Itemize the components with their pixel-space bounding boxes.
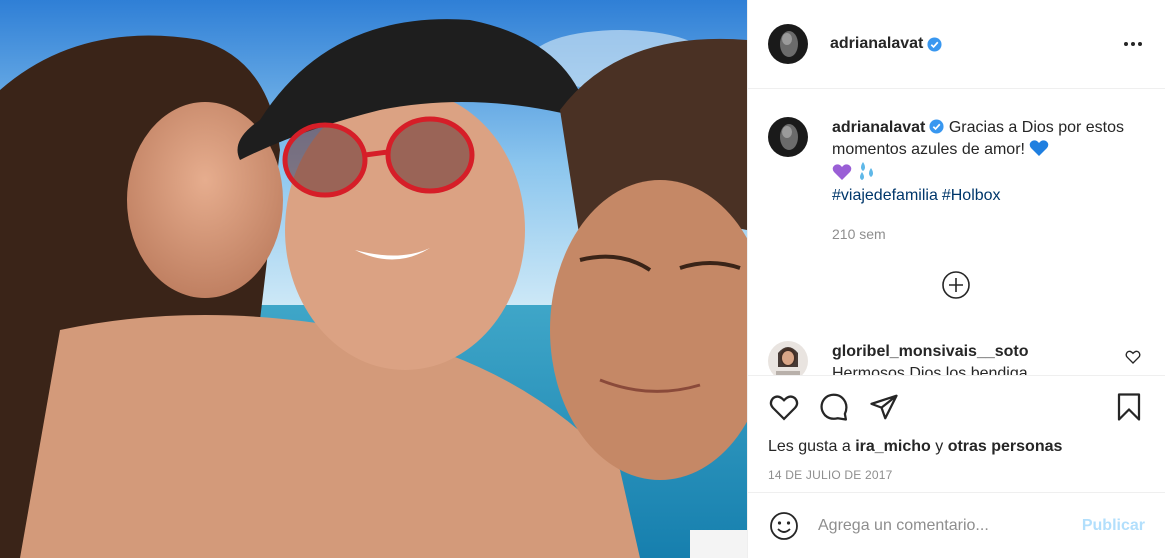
publish-button[interactable]: Publicar (1082, 517, 1145, 535)
likes-others-link[interactable]: otras personas (948, 438, 1063, 455)
caption-username[interactable]: adrianalavat (832, 119, 925, 136)
share-button[interactable] (868, 391, 900, 423)
action-icons-row (768, 390, 1145, 424)
post-actions: Les gusta a ira_micho y otras personas 1… (748, 375, 1165, 482)
caption-body: adrianalavat Gracias a Dios por estos mo… (832, 117, 1132, 245)
send-icon (870, 394, 898, 420)
comments-section[interactable]: adrianalavat Gracias a Dios por estos mo… (748, 89, 1165, 375)
comment-item: gloribel_monsivais__soto Hermosos Dios l… (768, 341, 1145, 375)
post-photo[interactable] (0, 0, 747, 558)
hashtags: #viajedefamilia #Holbox (832, 185, 1132, 207)
blue-heart-emoji (1030, 140, 1049, 156)
author-avatar[interactable] (768, 24, 808, 64)
post-caption: adrianalavat Gracias a Dios por estos mo… (748, 89, 1165, 245)
hashtag-link[interactable]: #viajedefamilia (832, 187, 938, 204)
plus-circle-icon (942, 271, 970, 299)
likes-prefix: Les gusta a (768, 438, 851, 455)
smiley-icon[interactable] (768, 510, 800, 542)
add-comment-bar: Publicar (748, 492, 1165, 558)
more-dots-icon (1124, 42, 1142, 46)
comment-like-heart-icon[interactable] (1125, 349, 1141, 365)
bookmark-icon (1117, 393, 1141, 421)
comment-button[interactable] (818, 391, 850, 423)
comment-body: gloribel_monsivais__soto Hermosos Dios l… (832, 341, 1112, 375)
commenter-username[interactable]: gloribel_monsivais__soto (832, 343, 1029, 360)
hashtag-link[interactable]: #Holbox (942, 187, 1001, 204)
likes-user-link[interactable]: ira_micho (855, 438, 931, 455)
commenter-avatar[interactable] (768, 341, 808, 375)
verified-badge-icon (929, 119, 944, 134)
caption-avatar[interactable] (768, 117, 808, 157)
likes-summary: Les gusta a ira_micho y otras personas (768, 438, 1145, 456)
save-button[interactable] (1113, 391, 1145, 423)
load-more-comments-button[interactable] (941, 270, 971, 300)
comment-text: Hermosos Dios los bendiga (832, 365, 1028, 375)
comment-icon (820, 393, 848, 421)
caption-time[interactable]: 210 sem (832, 223, 1132, 245)
post-header: adrianalavat (748, 0, 1165, 89)
post-date[interactable]: 14 DE JULIO DE 2017 (768, 468, 1145, 482)
post-side-panel: adrianalavat adrianalavat Gracias a Dios… (747, 0, 1165, 558)
verified-badge-icon (927, 36, 942, 52)
purple-heart-emoji (832, 164, 852, 180)
comment-input[interactable] (818, 516, 1082, 535)
author-username[interactable]: adrianalavat (830, 35, 923, 53)
likes-connector: y (935, 438, 944, 455)
like-button[interactable] (768, 391, 800, 423)
heart-icon (769, 395, 799, 421)
droplets-emoji (860, 162, 874, 180)
more-options-button[interactable] (1121, 32, 1145, 56)
